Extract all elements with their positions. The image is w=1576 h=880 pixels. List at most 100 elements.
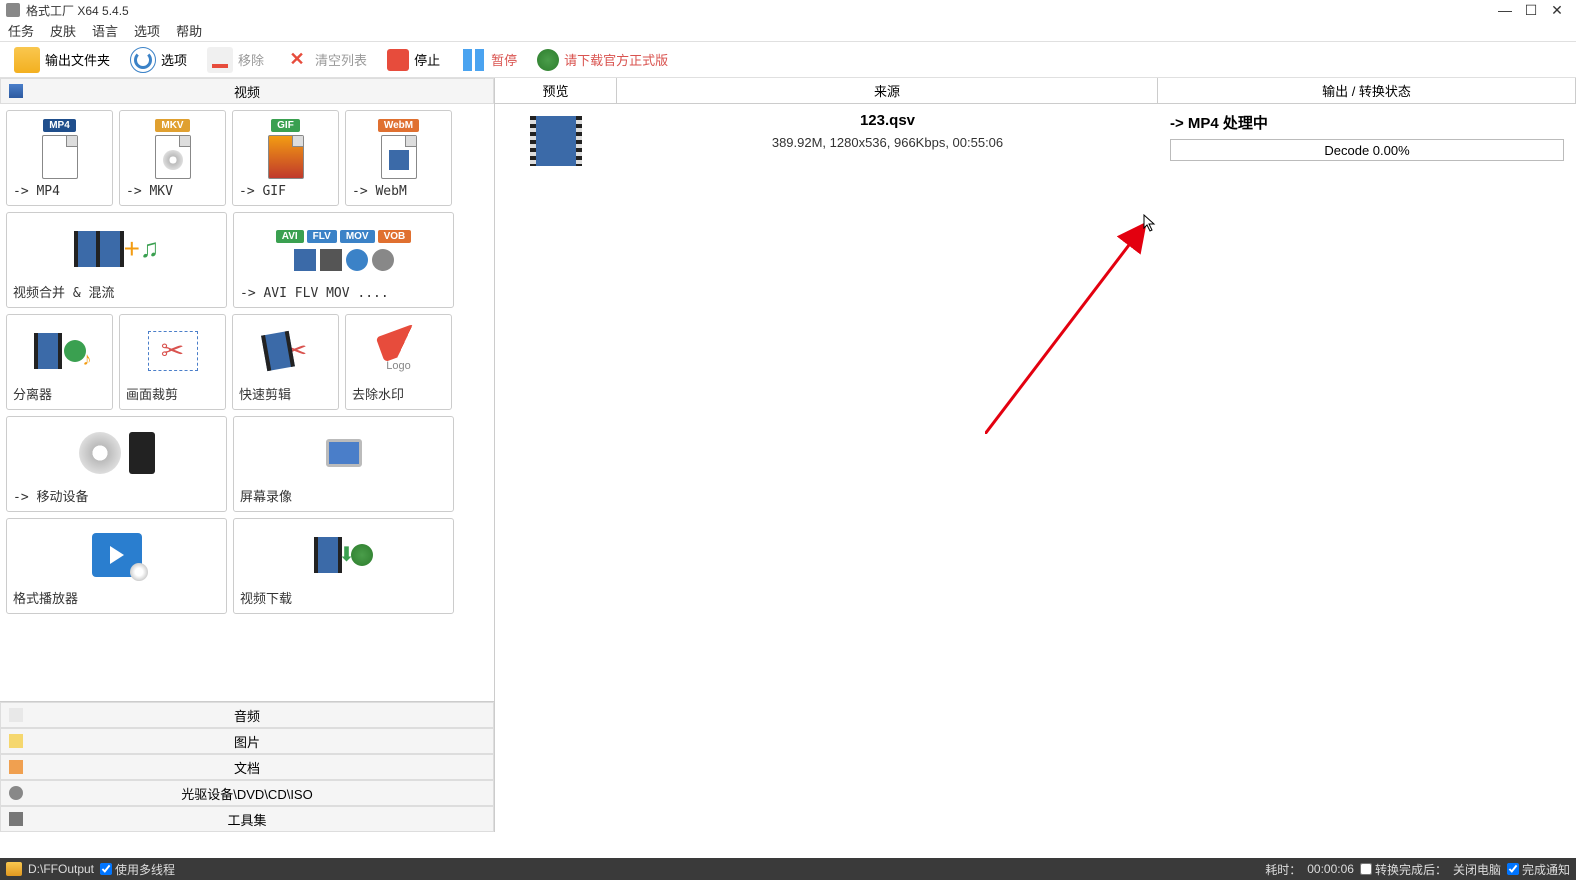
window-title: 格式工厂 X64 5.4.5 [26, 2, 1492, 19]
film-icon [530, 116, 582, 166]
tile-avi-label: -> AVI FLV MOV .... [240, 286, 447, 301]
list-header: 预览 来源 输出 / 转换状态 [495, 78, 1576, 104]
menu-skin[interactable]: 皮肤 [50, 21, 76, 40]
tile-merge[interactable]: +♫ 视频合并 & 混流 [6, 212, 227, 308]
after-complete-checkbox[interactable]: 转换完成后： [1360, 861, 1447, 878]
tile-mkv-label: -> MKV [126, 184, 219, 199]
stop-icon [387, 49, 409, 71]
doc-section-icon [9, 760, 23, 774]
tile-mkv[interactable]: MKV -> MKV [119, 110, 226, 206]
clear-list-button[interactable]: 清空列表 [278, 45, 373, 75]
remove-icon [207, 47, 233, 73]
section-image-label: 图片 [234, 732, 260, 751]
statusbar-folder-icon[interactable] [6, 862, 22, 876]
maximize-button[interactable]: ☐ [1518, 1, 1544, 19]
menu-language[interactable]: 语言 [92, 21, 118, 40]
status-bar: D:\FFOutput 使用多线程 耗时： 00:00:06 转换完成后： 关闭… [0, 858, 1576, 880]
close-button[interactable]: ✕ [1544, 1, 1570, 19]
menu-options[interactable]: 选项 [134, 21, 160, 40]
logo-text: Logo [386, 360, 410, 372]
tile-mp4-label: -> MP4 [13, 184, 106, 199]
tile-mobile-label: -> 移动设备 [13, 486, 220, 505]
output-path[interactable]: D:\FFOutput [28, 862, 94, 876]
menu-help[interactable]: 帮助 [176, 21, 202, 40]
tiles-container: MP4 -> MP4 MKV -> MKV GIF -> GIF WebM ->… [0, 104, 494, 701]
section-disc-label: 光驱设备\DVD\CD\ISO [181, 784, 312, 803]
list-body: 123.qsv 389.92M, 1280x536, 966Kbps, 00:5… [495, 104, 1576, 832]
app-icon [6, 3, 20, 17]
tile-webm[interactable]: WebM -> WebM [345, 110, 452, 206]
col-status[interactable]: 输出 / 转换状态 [1158, 78, 1576, 103]
shutdown-option[interactable]: 关闭电脑 [1453, 861, 1501, 878]
sidebar: 视频 MP4 -> MP4 MKV -> MKV GIF -> GIF WebM [0, 78, 495, 832]
remove-button[interactable]: 移除 [201, 45, 270, 75]
tile-quickcut-label: 快速剪辑 [239, 384, 332, 403]
remove-label: 移除 [238, 50, 264, 69]
pause-icon [460, 47, 486, 73]
options-label: 选项 [161, 50, 187, 69]
target-format: -> MP4 处理中 [1170, 112, 1564, 133]
image-section-icon [9, 734, 23, 748]
tile-crop-label: 画面裁剪 [126, 384, 219, 403]
col-source[interactable]: 来源 [617, 78, 1158, 103]
tile-watermark-label: 去除水印 [352, 384, 445, 403]
tile-mp4[interactable]: MP4 -> MP4 [6, 110, 113, 206]
tile-avi-etc[interactable]: AVIFLVMOVVOB -> AVI FLV MOV .... [233, 212, 454, 308]
section-image[interactable]: 图片 [0, 728, 494, 754]
elapsed-time: 00:00:06 [1307, 862, 1354, 876]
section-audio[interactable]: 音频 [0, 702, 494, 728]
preview-cell [495, 112, 617, 166]
video-section-icon [9, 84, 23, 98]
output-folder-button[interactable]: 输出文件夹 [8, 45, 116, 75]
download-link[interactable]: 请下载官方正式版 [531, 45, 674, 75]
section-tools-label: 工具集 [227, 810, 266, 829]
section-audio-label: 音频 [234, 706, 260, 725]
tile-player-label: 格式播放器 [13, 588, 220, 607]
title-bar: 格式工厂 X64 5.4.5 — ☐ ✕ [0, 0, 1576, 20]
tile-screenrec[interactable]: 屏幕录像 [233, 416, 454, 512]
col-preview[interactable]: 预览 [495, 78, 617, 103]
task-panel: 预览 来源 输出 / 转换状态 123.qsv 389.92M, 1280x53… [495, 78, 1576, 832]
notify-checkbox[interactable]: 完成通知 [1507, 861, 1570, 878]
section-document[interactable]: 文档 [0, 754, 494, 780]
elapsed-label: 耗时： [1265, 861, 1301, 878]
tile-merge-label: 视频合并 & 混流 [13, 282, 220, 301]
minimize-button[interactable]: — [1492, 1, 1518, 19]
annotation-arrow [985, 214, 1155, 434]
clear-icon [284, 47, 310, 73]
tile-watermark[interactable]: Logo 去除水印 [345, 314, 452, 410]
progress-bar: Decode 0.00% [1170, 139, 1564, 161]
tile-gif-label: -> GIF [239, 184, 332, 199]
clear-list-label: 清空列表 [315, 50, 367, 69]
multithread-checkbox[interactable]: 使用多线程 [100, 861, 175, 878]
source-filename: 123.qsv [617, 112, 1158, 129]
options-button[interactable]: 选项 [124, 45, 193, 75]
tile-webm-label: -> WebM [352, 184, 445, 199]
menu-bar: 任务 皮肤 语言 选项 帮助 [0, 20, 1576, 42]
pause-button[interactable]: 暂停 [454, 45, 523, 75]
tile-gif[interactable]: GIF -> GIF [232, 110, 339, 206]
section-video[interactable]: 视频 [0, 78, 494, 104]
task-row[interactable]: 123.qsv 389.92M, 1280x536, 966Kbps, 00:5… [495, 104, 1576, 174]
section-video-label: 视频 [234, 82, 260, 101]
category-list: 音频 图片 文档 光驱设备\DVD\CD\ISO 工具集 [0, 701, 494, 832]
tool-section-icon [9, 812, 23, 826]
source-cell: 123.qsv 389.92M, 1280x536, 966Kbps, 00:5… [617, 112, 1158, 166]
tile-mobile[interactable]: -> 移动设备 [6, 416, 227, 512]
download-link-label: 请下载官方正式版 [564, 50, 668, 69]
tile-quickcut[interactable]: ✂ 快速剪辑 [232, 314, 339, 410]
section-disc[interactable]: 光驱设备\DVD\CD\ISO [0, 780, 494, 806]
folder-icon [14, 47, 40, 73]
stop-button[interactable]: 停止 [381, 45, 446, 75]
tile-crop[interactable]: ✂ 画面裁剪 [119, 314, 226, 410]
disc-section-icon [9, 786, 23, 800]
options-icon [130, 47, 156, 73]
section-tools[interactable]: 工具集 [0, 806, 494, 832]
status-cell: -> MP4 处理中 Decode 0.00% [1158, 112, 1576, 166]
tile-download[interactable]: ⬇ 视频下载 [233, 518, 454, 614]
tile-player[interactable]: 格式播放器 [6, 518, 227, 614]
tile-separator-label: 分离器 [13, 384, 106, 403]
tile-separator[interactable]: ♪ 分离器 [6, 314, 113, 410]
tile-download-label: 视频下载 [240, 588, 447, 607]
menu-task[interactable]: 任务 [8, 21, 34, 40]
